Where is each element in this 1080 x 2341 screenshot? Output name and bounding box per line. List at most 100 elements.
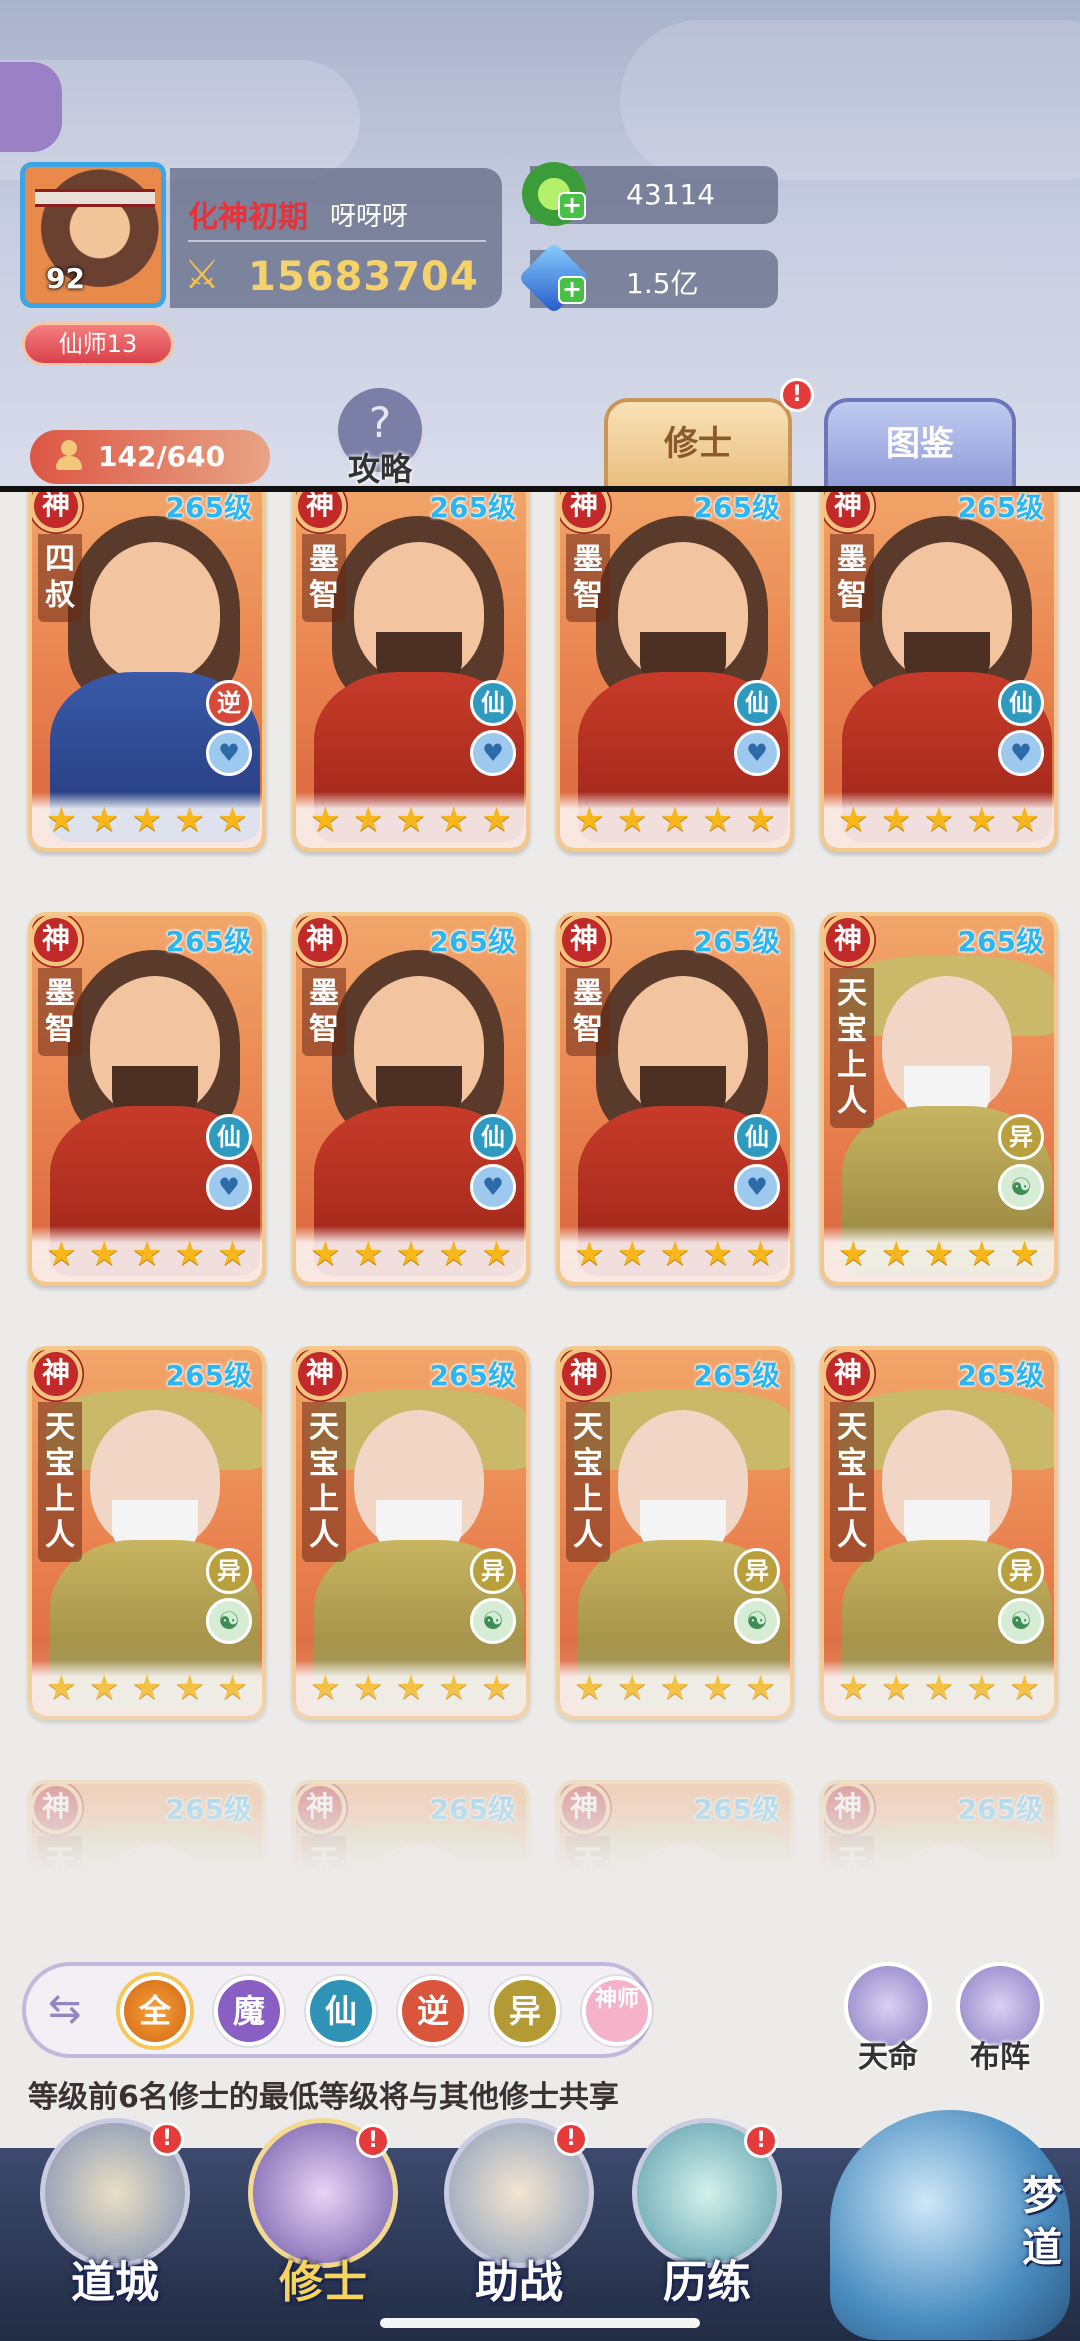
star-icon: ★ — [174, 800, 206, 840]
star-icon: ★ — [880, 1668, 912, 1708]
star-icon: ★ — [659, 1668, 691, 1708]
card-name: 四叔 — [38, 534, 82, 622]
card-level: 265级 — [165, 1359, 252, 1392]
crystal-amount: 1.5亿 — [626, 267, 699, 300]
cultivator-card[interactable]: 神 265级 墨智仙 ♥ ★ ★ ★ ★ ★ — [556, 492, 794, 852]
cultivator-card[interactable]: 神265级天宝上人异☯★★★★★ — [28, 1780, 266, 1962]
cultivator-card[interactable]: 神 265级 墨智仙 ♥ ★ ★ ★ ★ ★ — [556, 912, 794, 1286]
filter-xian-button[interactable]: 仙 — [306, 1976, 376, 2046]
star-icon: ★ — [880, 1234, 912, 1274]
cultivator-card[interactable]: 神 265级 墨智仙 ♥ ★ ★ ★ ★ ★ — [292, 492, 530, 852]
star-icon: ★ — [616, 1668, 648, 1708]
faction-filter-bar: ⇆ 全 魔 仙 逆 异 神师 — [22, 1962, 652, 2058]
cultivator-card[interactable]: 神 265级 墨智仙 ♥ ★ ★ ★ ★ ★ — [820, 492, 1058, 852]
yin-yang-icon: ☯ — [998, 1164, 1044, 1210]
tier-badge: 神 — [824, 916, 876, 968]
star-rating: ★ ★ ★ ★ ★ — [32, 792, 262, 848]
filter-all-button[interactable]: 全 — [120, 1976, 190, 2046]
cultivator-card[interactable]: 神265级天宝上人异☯★★★★★ — [28, 1346, 266, 1720]
star-icon: ★ — [88, 1668, 120, 1708]
star-icon: ★ — [838, 1668, 869, 1708]
tier-badge: 神 — [560, 916, 612, 968]
star-icon: ★ — [174, 1668, 206, 1708]
star-icon: ★ — [745, 1668, 776, 1708]
swap-arrows-icon[interactable]: ⇆ — [48, 1986, 82, 2032]
star-icon: ★ — [616, 1234, 648, 1274]
star-icon: ★ — [310, 800, 341, 840]
cultivator-card[interactable]: 神 265级 四叔逆 ♥ ★ ★ ★ ★ ★ — [28, 492, 266, 852]
nav-mengdao[interactable]: 梦道 — [830, 2090, 1080, 2341]
cultivator-card[interactable]: 神265级天宝上人异☯★★★★★ — [292, 1780, 530, 1962]
home-indicator[interactable] — [380, 2318, 700, 2328]
beard-art — [640, 1934, 726, 1962]
tab-codex[interactable]: 图鉴 — [824, 398, 1016, 490]
star-rating: ★ ★ ★ ★ ★ — [296, 792, 526, 848]
cultivator-card[interactable]: 神265级天宝上人异☯★★★★★ — [556, 1346, 794, 1720]
card-name: 墨智 — [566, 534, 610, 622]
filter-yi-button[interactable]: 异 — [490, 1976, 560, 2046]
filter-mo-button[interactable]: 魔 — [214, 1976, 284, 2046]
vip-badge[interactable]: 仙师13 — [22, 322, 174, 366]
formation-button[interactable]: 布阵 — [952, 1962, 1048, 2078]
notification-badge: ! — [554, 2122, 588, 2156]
card-level: 265级 — [957, 492, 1044, 524]
notification-badge: ! — [356, 2124, 390, 2158]
star-icon: ★ — [702, 1668, 734, 1708]
tab-cultivators[interactable]: 修士 — [604, 398, 792, 490]
destiny-label: 天命 — [858, 2040, 918, 2075]
cultivator-card[interactable]: 神265级天宝上人异☯★★★★★ — [556, 1780, 794, 1962]
star-icon: ★ — [88, 1234, 120, 1274]
guide-button[interactable]: 攻略 — [330, 384, 430, 488]
yin-yang-icon: ☯ — [734, 1598, 780, 1644]
star-rating: ★ ★ ★ ★ ★ — [560, 1226, 790, 1282]
roster-count: 142/640 — [98, 440, 226, 473]
destiny-button[interactable]: 天命 — [840, 1962, 936, 2078]
cultivator-card[interactable]: 神265级天宝上人异☯★★★★★ — [820, 912, 1058, 1286]
notification-badge: ! — [150, 2122, 184, 2156]
faction-badge: 仙 — [734, 1114, 780, 1160]
filter-ni-button[interactable]: 逆 — [398, 1976, 468, 2046]
star-icon: ★ — [131, 1668, 163, 1708]
star-icon: ★ — [438, 1668, 470, 1708]
formation-label: 布阵 — [970, 2040, 1030, 2075]
add-jade-button[interactable]: + — [558, 192, 586, 220]
star-icon: ★ — [217, 1668, 248, 1708]
nav-zhuzhan-label: 助战 — [475, 2257, 563, 2308]
card-level: 265级 — [165, 492, 252, 524]
star-icon: ★ — [352, 1234, 384, 1274]
cultivator-card[interactable]: 神265级天宝上人异☯★★★★★ — [292, 1346, 530, 1720]
star-icon: ★ — [1009, 1668, 1040, 1708]
side-pull-tab[interactable] — [0, 62, 62, 152]
star-icon: ★ — [46, 1234, 77, 1274]
filter-shen-button[interactable]: 神师 — [582, 1976, 652, 2046]
faction-badge: 异 — [470, 1548, 516, 1594]
jade-currency: + 43114 — [522, 162, 778, 226]
cultivator-card[interactable]: 神265级天宝上人异☯★★★★★ — [820, 1346, 1058, 1720]
tier-badge: 神 — [560, 1784, 612, 1836]
star-icon: ★ — [438, 1234, 470, 1274]
star-icon: ★ — [174, 1234, 206, 1274]
card-level: 265级 — [429, 1793, 516, 1826]
cultivator-card[interactable]: 神 265级 墨智仙 ♥ ★ ★ ★ ★ ★ — [28, 912, 266, 1286]
star-icon: ★ — [395, 800, 427, 840]
star-icon: ★ — [310, 1668, 341, 1708]
beard-art — [904, 1934, 990, 1962]
star-rating: ★ ★ ★ ★ ★ — [32, 1226, 262, 1282]
cultivator-card[interactable]: 神265级天宝上人异☯★★★★★ — [820, 1780, 1058, 1962]
star-icon: ★ — [966, 1234, 998, 1274]
roster-capacity[interactable]: 142/640 — [30, 430, 270, 484]
player-avatar[interactable] — [20, 162, 166, 308]
heart-icon: ♥ — [734, 730, 780, 776]
tier-badge: 神 — [824, 1350, 876, 1402]
crossed-swords-icon: ⚔ — [184, 252, 220, 298]
cultivator-card[interactable]: 神 265级 墨智仙 ♥ ★ ★ ★ ★ ★ — [292, 912, 530, 1286]
tier-badge: 神 — [824, 492, 876, 534]
star-icon: ★ — [745, 1234, 776, 1274]
star-rating: ★ ★ ★ ★ ★ — [560, 1660, 790, 1716]
card-name: 墨智 — [302, 968, 346, 1056]
star-icon: ★ — [46, 800, 77, 840]
star-icon: ★ — [217, 1234, 248, 1274]
card-level: 265级 — [693, 1359, 780, 1392]
add-crystal-button[interactable]: + — [558, 276, 586, 304]
beard-art — [376, 1934, 462, 1962]
